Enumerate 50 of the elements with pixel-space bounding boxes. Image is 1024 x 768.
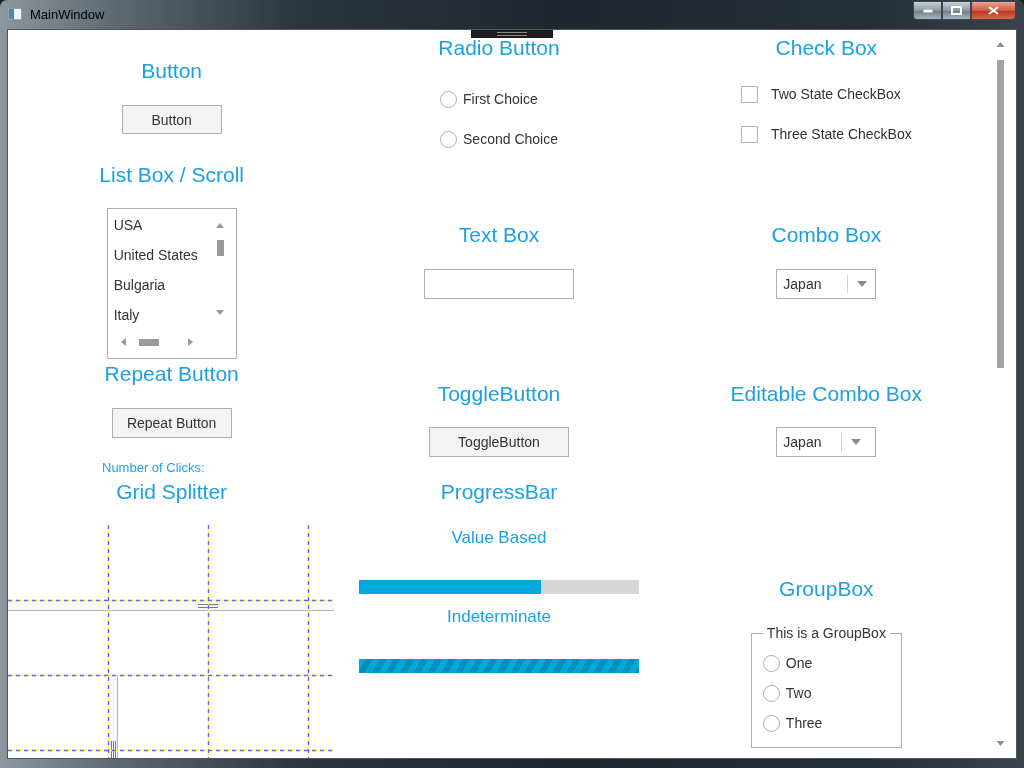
window-title: MainWindow <box>30 7 105 22</box>
section-heading: GroupBox <box>779 576 874 602</box>
section-heading: ToggleButton <box>437 381 561 407</box>
section-heading: Grid Splitter <box>116 479 228 505</box>
combo-box[interactable]: Japan <box>776 269 877 299</box>
editable-combo-box[interactable]: Japan <box>776 427 877 457</box>
section-heading: Editable Combo Box <box>730 381 923 407</box>
section-heading: Button <box>141 58 202 84</box>
radio-button[interactable]: Three <box>762 713 891 733</box>
close-icon <box>988 6 999 15</box>
section-heading: Check Box <box>775 38 878 57</box>
radio-button[interactable]: First Choice <box>440 89 538 109</box>
window-icon <box>8 8 22 20</box>
list-item[interactable]: USA <box>107 210 213 240</box>
dropdown-arrow-icon <box>857 281 868 287</box>
maximize-icon <box>951 6 962 15</box>
text-field[interactable] <box>424 269 574 299</box>
section-heading: Repeat Button <box>104 361 239 387</box>
group-box-title: This is a GroupBox <box>765 625 887 641</box>
vertical-splitter[interactable] <box>108 675 118 758</box>
dropdown-arrow-icon <box>851 439 862 445</box>
section-heading: Radio Button <box>438 38 560 57</box>
repeat-button[interactable]: Repeat Button <box>111 408 232 438</box>
toolbar-handle[interactable] <box>471 30 553 38</box>
checkbox[interactable]: Two State CheckBox <box>740 84 901 104</box>
radio-button[interactable]: Two <box>762 683 891 703</box>
section-heading: Combo Box <box>771 222 882 248</box>
section-heading: ProgressBar <box>440 479 558 505</box>
radio-button[interactable]: One <box>762 653 891 673</box>
list-box[interactable]: USA United States Bulgaria Italy <box>106 208 237 359</box>
grip-icon <box>111 740 116 758</box>
click-count-label: Number of Clicks: <box>102 460 205 476</box>
radio-button[interactable]: Second Choice <box>440 129 558 149</box>
list-item[interactable]: United States <box>107 240 213 270</box>
progress-caption: Indeterminate <box>447 606 551 628</box>
close-button[interactable] <box>971 1 1016 20</box>
list-item[interactable]: Italy <box>107 300 213 330</box>
section-heading: Text Box <box>458 222 540 248</box>
demo-button[interactable]: Button <box>121 105 222 134</box>
checkbox[interactable]: Three State CheckBox <box>740 124 912 144</box>
toggle-button[interactable]: ToggleButton <box>429 427 569 457</box>
section-heading: List Box / Scroll <box>99 162 244 188</box>
minimize-button[interactable] <box>913 1 942 20</box>
minimize-icon <box>922 8 933 13</box>
list-item[interactable]: Bulgaria <box>107 270 213 300</box>
progress-caption: Value Based <box>451 527 547 549</box>
grip-icon <box>497 32 527 36</box>
combo-text-field[interactable]: Japan <box>777 434 842 450</box>
maximize-button[interactable] <box>942 1 971 20</box>
grip-icon <box>197 604 219 608</box>
